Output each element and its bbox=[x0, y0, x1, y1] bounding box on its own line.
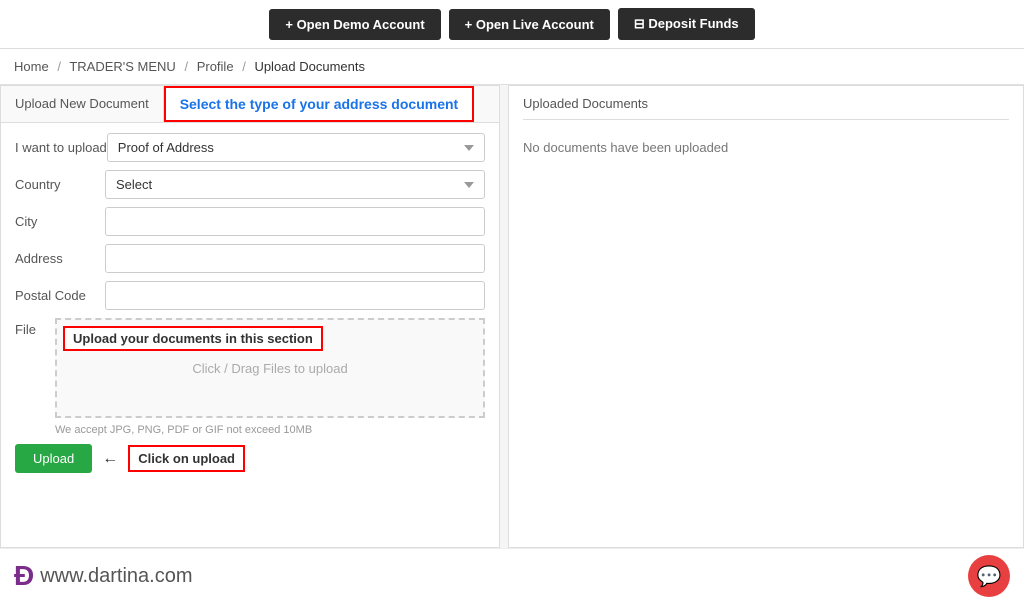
open-live-button[interactable]: + Open Live Account bbox=[449, 9, 610, 40]
breadcrumb-profile[interactable]: Profile bbox=[197, 59, 234, 74]
breadcrumb-traders-menu[interactable]: TRADER'S MENU bbox=[69, 59, 176, 74]
main-content: Upload New Document Select the type of y… bbox=[0, 85, 1024, 548]
dartina-url: www.dartina.com bbox=[40, 565, 192, 588]
city-row: City bbox=[15, 207, 485, 236]
tabs-row: Upload New Document Select the type of y… bbox=[1, 86, 499, 123]
file-upload-row: File Upload your documents in this secti… bbox=[15, 318, 485, 418]
uploaded-docs-title: Uploaded Documents bbox=[523, 96, 1009, 120]
address-label: Address bbox=[15, 251, 105, 266]
postal-input[interactable] bbox=[105, 281, 485, 310]
file-label: File bbox=[15, 318, 55, 337]
breadcrumb-home[interactable]: Home bbox=[14, 59, 49, 74]
country-row: Country Select bbox=[15, 170, 485, 199]
upload-hint-text: Click / Drag Files to upload bbox=[192, 361, 347, 376]
accept-text: We accept JPG, PNG, PDF or GIF not excee… bbox=[55, 424, 485, 436]
chat-button[interactable]: 💬 bbox=[968, 555, 1010, 597]
document-type-select[interactable]: Proof of Address bbox=[107, 133, 485, 162]
city-input[interactable] bbox=[105, 207, 485, 236]
right-panel: Uploaded Documents No documents have bee… bbox=[508, 85, 1024, 548]
breadcrumb-current: Upload Documents bbox=[254, 59, 365, 74]
upload-form: I want to upload Proof of Address Countr… bbox=[1, 123, 499, 483]
document-type-row: I want to upload Proof of Address bbox=[15, 133, 485, 162]
breadcrumb-sep-3: / bbox=[242, 59, 246, 74]
dartina-branding: Ð www.dartina.com bbox=[14, 560, 193, 592]
no-docs-text: No documents have been uploaded bbox=[523, 130, 1009, 165]
dartina-logo-symbol: Ð bbox=[14, 560, 34, 592]
click-on-upload-label: Click on upload bbox=[128, 445, 245, 472]
top-nav-bar: + Open Demo Account + Open Live Account … bbox=[0, 0, 1024, 49]
tab-select-type[interactable]: Select the type of your address document bbox=[164, 86, 475, 122]
postal-label: Postal Code bbox=[15, 288, 105, 303]
upload-btn-row: Upload ← Click on upload bbox=[15, 444, 485, 473]
open-demo-button[interactable]: + Open Demo Account bbox=[269, 9, 440, 40]
upload-annotation-label: Upload your documents in this section bbox=[63, 326, 323, 351]
address-input[interactable] bbox=[105, 244, 485, 273]
arrow-icon: ← bbox=[102, 450, 118, 468]
upload-hint-container: Click / Drag Files to upload bbox=[192, 361, 347, 376]
file-drop-zone[interactable]: Upload your documents in this section Cl… bbox=[55, 318, 485, 418]
country-label: Country bbox=[15, 177, 105, 192]
breadcrumb-sep-1: / bbox=[57, 59, 61, 74]
upload-button[interactable]: Upload bbox=[15, 444, 92, 473]
postal-row: Postal Code bbox=[15, 281, 485, 310]
bottom-bar: Ð www.dartina.com 💬 bbox=[0, 548, 1024, 603]
breadcrumb-sep-2: / bbox=[184, 59, 188, 74]
left-panel: Upload New Document Select the type of y… bbox=[0, 85, 500, 548]
breadcrumb: Home / TRADER'S MENU / Profile / Upload … bbox=[0, 49, 1024, 85]
country-select[interactable]: Select bbox=[105, 170, 485, 199]
deposit-funds-button[interactable]: ⊟ Deposit Funds bbox=[618, 8, 755, 40]
tab-upload-new[interactable]: Upload New Document bbox=[1, 86, 164, 122]
i-want-to-upload-label: I want to upload bbox=[15, 140, 107, 155]
chat-icon: 💬 bbox=[977, 564, 1002, 589]
city-label: City bbox=[15, 214, 105, 229]
address-row: Address bbox=[15, 244, 485, 273]
